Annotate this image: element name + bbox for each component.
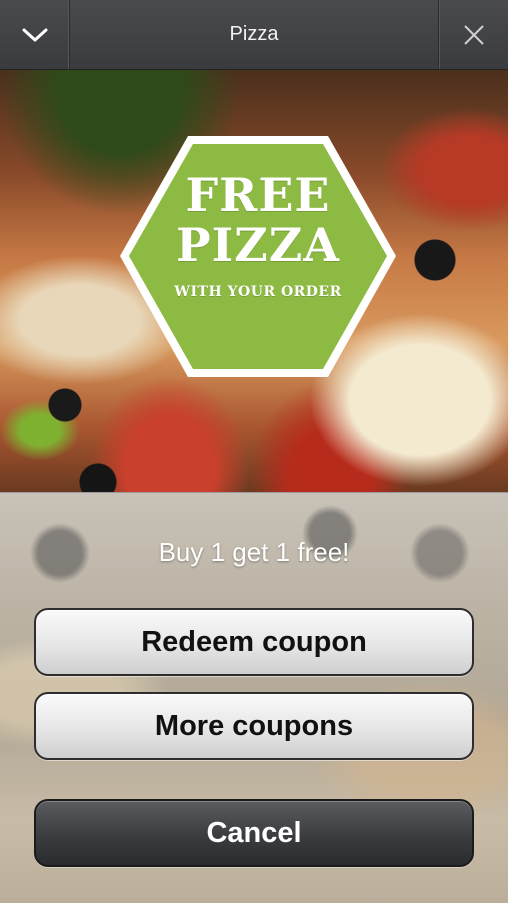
free-pizza-badge: FREE PIZZA WITH YOUR ORDER (118, 134, 398, 379)
page-title: Pizza (229, 23, 279, 45)
badge-line-pizza: PIZZA (176, 218, 340, 272)
close-icon (463, 24, 484, 45)
more-coupons-button[interactable]: More coupons (34, 692, 474, 760)
close-button[interactable] (438, 0, 508, 69)
collapse-button[interactable] (0, 0, 70, 69)
offer-text: Buy 1 get 1 free! (158, 537, 350, 567)
badge-line-with-order: WITH YOUR ORDER (174, 284, 342, 300)
top-navigation-bar: Pizza (0, 0, 508, 70)
coupon-action-panel: Buy 1 get 1 free! Redeem coupon More cou… (0, 492, 508, 903)
chevron-down-icon (22, 28, 47, 41)
badge-line-free: FREE (185, 168, 331, 222)
pizza-promo-image: FREE PIZZA WITH YOUR ORDER (0, 70, 508, 492)
redeem-coupon-button[interactable]: Redeem coupon (34, 608, 474, 676)
cancel-button[interactable]: Cancel (34, 799, 474, 867)
